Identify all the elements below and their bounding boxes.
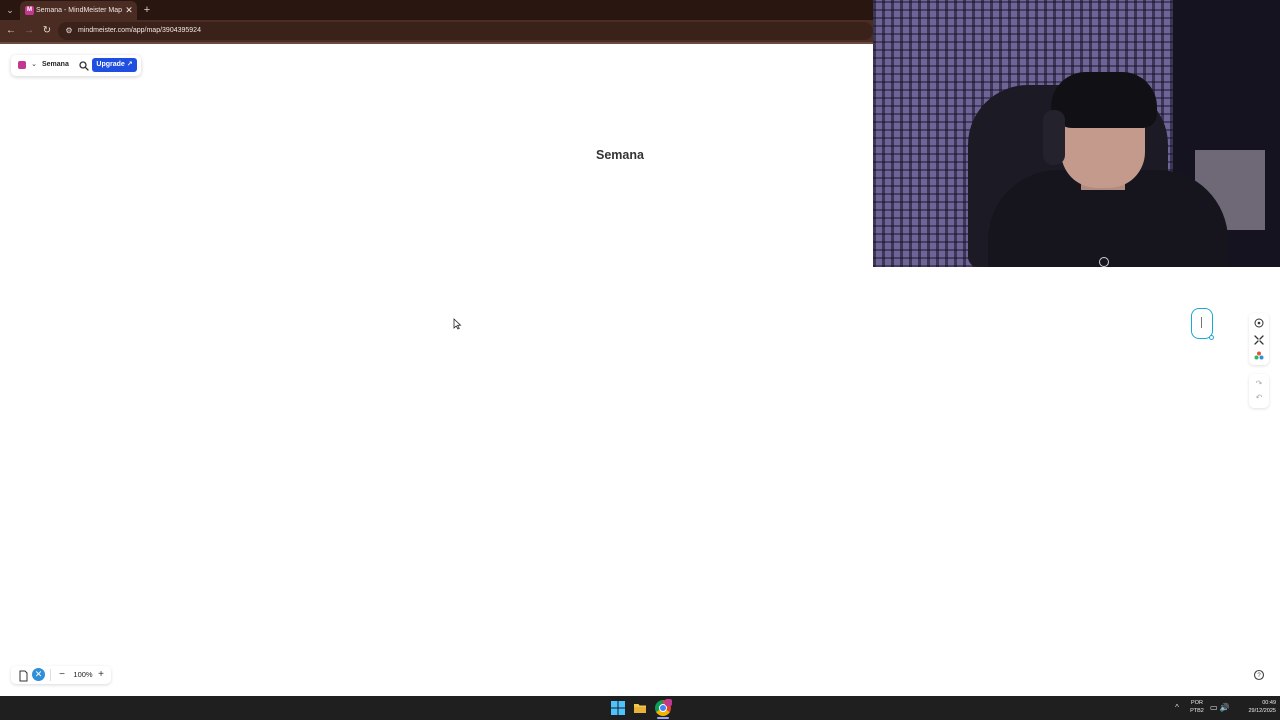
tab-close-icon[interactable]: ✕ (124, 4, 134, 16)
webcam-headset (1043, 110, 1065, 165)
webcam-person-hair (1051, 72, 1157, 128)
history-toolbar: ↷ ↶ (1249, 374, 1269, 408)
mouse-cursor-icon (453, 317, 462, 330)
bottom-controls: ✕ − 100% + (11, 666, 111, 684)
clock-date: 29/12/2025 (1248, 708, 1276, 714)
system-clock[interactable]: 00:49 29/12/2025 (1236, 699, 1276, 717)
target-icon[interactable] (1253, 317, 1265, 329)
shirt-logo-icon (1099, 257, 1109, 267)
redo-icon[interactable]: ↷ (1253, 378, 1265, 390)
new-topic-input[interactable] (1191, 308, 1214, 340)
root-topic-node[interactable]: Semana (580, 145, 660, 165)
active-app-indicator (657, 717, 669, 719)
tray-system-icons[interactable]: ▭ 🔊 (1210, 702, 1234, 714)
map-theme-icon[interactable]: ✕ (32, 668, 45, 681)
keyboard-layout: PTB2 (1190, 708, 1204, 714)
address-bar[interactable]: ⚙ mindmeister.com/app/map/3904395924 (58, 22, 873, 40)
collapse-icon[interactable] (1253, 334, 1265, 346)
style-icon[interactable] (1253, 350, 1265, 362)
text-caret (1201, 317, 1202, 328)
search-icon[interactable] (78, 59, 90, 71)
back-button[interactable]: ← (4, 24, 18, 38)
windows-start-icon[interactable] (611, 701, 625, 715)
map-title[interactable]: Semana (42, 59, 69, 71)
upgrade-button[interactable]: Upgrade ↗ (92, 58, 137, 72)
zoom-in-button[interactable]: + (96, 669, 106, 681)
zoom-out-button[interactable]: − (57, 669, 67, 681)
os-taskbar: ^ POR PTB2 ▭ 🔊 00:49 29/12/2025 (0, 696, 1280, 720)
browser-tab-bar: ⌄ M Semana - MindMeister Mapa m ✕ + (0, 0, 873, 20)
forward-button[interactable]: → (22, 24, 36, 38)
language-indicator[interactable]: POR PTB2 (1186, 699, 1208, 717)
mindmeister-badge-icon (665, 699, 672, 706)
site-info-icon[interactable]: ⚙ (63, 25, 75, 37)
reload-button[interactable]: ↻ (40, 24, 54, 38)
file-explorer-icon[interactable] (633, 701, 647, 715)
zoom-level[interactable]: 100% (71, 669, 95, 681)
tab-title: Semana - MindMeister Mapa m (36, 7, 122, 14)
new-tab-button[interactable]: + (141, 3, 153, 17)
node-resize-handle[interactable] (1209, 335, 1214, 340)
undo-icon[interactable]: ↶ (1253, 392, 1265, 404)
webcam-overlay (873, 0, 1280, 267)
mindmeister-logo-icon[interactable] (18, 61, 26, 69)
tab-list-button[interactable]: ⌄ (3, 3, 17, 17)
svg-text:?: ? (1257, 673, 1261, 679)
divider (50, 669, 51, 681)
chrome-icon[interactable] (655, 699, 672, 716)
mindmeister-favicon-icon: M (25, 6, 34, 15)
right-toolbar (1249, 313, 1269, 365)
help-icon[interactable]: ? (1252, 668, 1266, 682)
document-icon[interactable] (18, 669, 29, 682)
browser-toolbar: ← → ↻ ⚙ mindmeister.com/app/map/39043959… (0, 20, 873, 42)
language-code: POR (1191, 700, 1203, 706)
map-header-panel: ⌄ Semana Upgrade ↗ (11, 55, 141, 76)
browser-tab[interactable]: M Semana - MindMeister Mapa m ✕ (20, 1, 137, 20)
page-divider (0, 42, 873, 44)
tray-overflow-icon[interactable]: ^ (1172, 702, 1182, 714)
chevron-down-icon[interactable]: ⌄ (30, 59, 38, 71)
clock-time: 00:49 (1262, 700, 1276, 706)
url-text[interactable]: mindmeister.com/app/map/3904395924 (78, 25, 201, 37)
